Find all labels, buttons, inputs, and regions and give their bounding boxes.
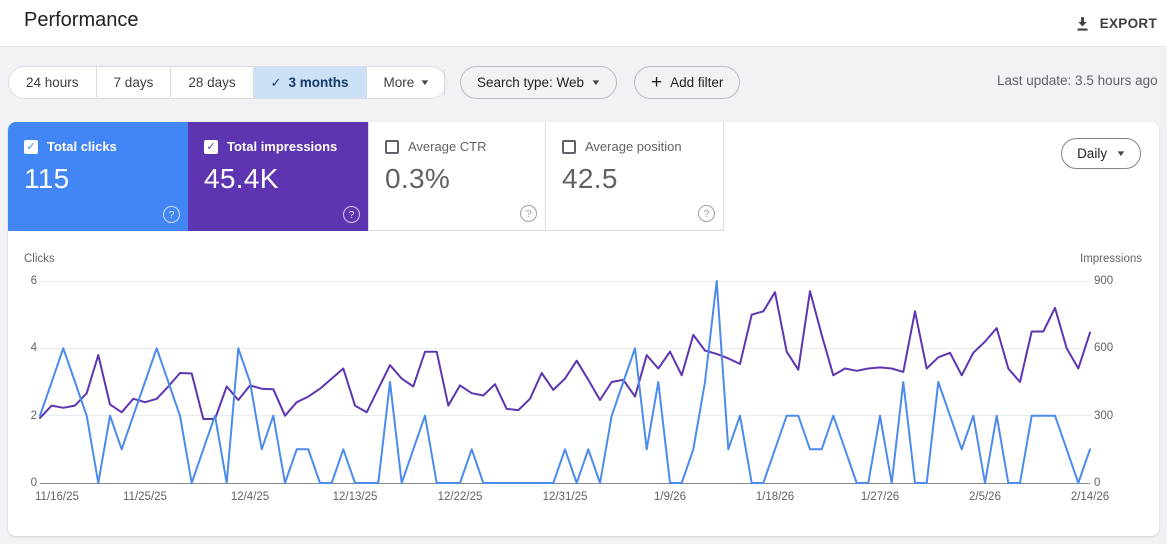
series-line-impressions (39, 290, 1091, 420)
export-label: EXPORT (1099, 15, 1157, 31)
x-axis-label: 1/27/26 (860, 491, 900, 503)
metric-tile-header: Average position (562, 139, 723, 154)
metric-tiles: ✓ Total clicks 115? ✓ Total impressions 45.4K… (8, 122, 724, 231)
performance-chart-card: ✓ Total clicks 115? ✓ Total impressions 45.4K… (8, 122, 1159, 536)
date-range-more[interactable]: More ▼ (366, 66, 448, 99)
metric-tile-header: Average CTR (385, 139, 545, 154)
metric-tile-header: ✓ Total clicks (24, 139, 188, 154)
metric-tile-average-position[interactable]: Average position 42.5? (546, 122, 724, 231)
last-update-text: Last update: 3.5 hours ago (997, 73, 1158, 88)
x-axis-label: 12/22/25 (437, 491, 483, 503)
help-icon[interactable]: ? (343, 206, 360, 223)
checkbox-unchecked[interactable] (385, 139, 399, 154)
metric-value: 45.4K (204, 163, 279, 194)
date-range-label: 28 days (188, 75, 236, 90)
x-axis-label: 2/5/26 (969, 491, 1001, 503)
x-axis-label: 11/25/25 (123, 491, 167, 503)
left-axis-tick: 0 (30, 477, 37, 489)
x-axis-label: 12/4/25 (230, 491, 270, 503)
line-chart-plot-area[interactable] (39, 280, 1091, 484)
search-type-filter[interactable]: Search type: Web ▼ (460, 66, 617, 99)
date-range-label: 7 days (113, 75, 154, 90)
checkbox-checked[interactable]: ✓ (204, 139, 218, 154)
download-icon (1077, 16, 1088, 31)
chevron-down-icon: ▼ (419, 78, 431, 87)
right-axis-title: Impressions (1080, 253, 1142, 265)
right-axis-tick: 0 (1094, 477, 1101, 489)
date-range-3-months[interactable]: ✓ 3 months (253, 66, 367, 99)
checkbox-checked[interactable]: ✓ (24, 139, 38, 154)
check-icon: ✓ (270, 74, 282, 90)
metric-label: Total clicks (47, 139, 117, 154)
search-type-label: Search type: Web (477, 75, 585, 90)
right-axis-tick: 600 (1094, 342, 1114, 355)
metric-label: Total impressions (227, 139, 338, 154)
x-axis-label: 2/14/26 (1070, 491, 1110, 503)
add-filter-label: Add filter (670, 75, 724, 90)
add-filter-button[interactable]: + Add filter (634, 66, 741, 99)
date-range-label: 3 months (288, 75, 349, 90)
metric-tile-total-clicks[interactable]: ✓ Total clicks 115? (8, 122, 188, 231)
left-axis-tick: 4 (30, 342, 37, 355)
help-icon[interactable]: ? (520, 205, 537, 222)
granularity-label: Daily (1077, 146, 1108, 161)
checkbox-unchecked[interactable] (562, 139, 576, 154)
series-line-clicks (39, 280, 1091, 484)
chevron-down-icon: ▼ (1115, 149, 1127, 158)
help-icon[interactable]: ? (163, 206, 180, 223)
metric-label: Average position (585, 139, 682, 154)
metric-tile-header: ✓ Total impressions (204, 139, 368, 154)
date-range-24-hours[interactable]: 24 hours (8, 66, 97, 99)
help-icon[interactable]: ? (698, 205, 715, 222)
date-range-group: 24 hours 7 days 28 days ✓ 3 months More ▼ (8, 66, 448, 99)
metric-value: 42.5 (562, 163, 618, 194)
metric-value: 0.3% (385, 163, 451, 194)
granularity-dropdown[interactable]: Daily ▼ (1061, 138, 1141, 169)
date-range-7-days[interactable]: 7 days (96, 66, 172, 99)
right-axis-tick: 300 (1094, 409, 1114, 422)
metric-value: 115 (24, 163, 70, 194)
right-axis-tick: 900 (1094, 275, 1114, 287)
metric-label: Average CTR (408, 139, 487, 154)
left-axis-tick: 2 (30, 409, 37, 422)
date-range-28-days[interactable]: 28 days (171, 66, 254, 99)
date-range-label: More (383, 75, 415, 90)
x-axis-label: 12/31/25 (542, 491, 588, 503)
plus-icon: + (651, 72, 663, 93)
x-axis-label: 1/9/26 (654, 491, 686, 503)
date-range-label: 24 hours (26, 75, 79, 90)
chevron-down-icon: ▼ (590, 78, 602, 87)
filter-bar: 24 hours 7 days 28 days ✓ 3 months More ▼ Sear… (0, 47, 1167, 117)
left-axis-tick: 6 (30, 275, 37, 287)
metric-tile-total-impressions[interactable]: ✓ Total impressions 45.4K? (188, 122, 368, 231)
x-axis-label: 1/18/26 (755, 491, 795, 503)
x-axis-line (40, 483, 1090, 484)
filter-divider (444, 69, 445, 96)
top-header: Performance EXPORT (0, 0, 1167, 47)
export-button[interactable]: EXPORT (1066, 8, 1165, 38)
left-axis-title: Clicks (24, 253, 55, 265)
page-title: Performance (24, 9, 139, 31)
metric-tile-average-ctr[interactable]: Average CTR 0.3%? (368, 122, 546, 231)
x-axis-label: 12/13/25 (332, 491, 378, 503)
